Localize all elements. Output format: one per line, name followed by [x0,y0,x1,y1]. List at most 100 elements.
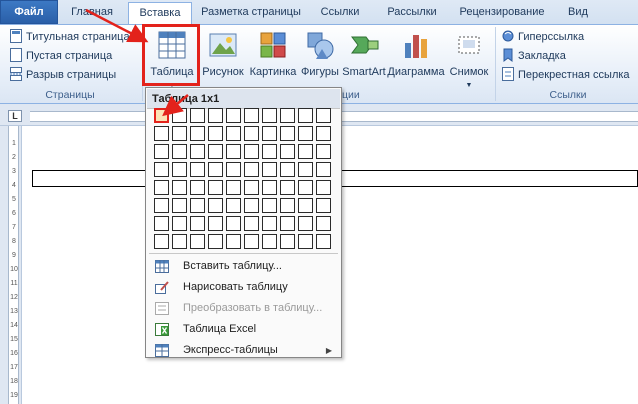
grid-cell[interactable] [172,162,187,177]
convert-table-item[interactable]: Преобразовать в таблицу... [147,298,340,319]
grid-cell[interactable] [262,180,277,195]
grid-cell[interactable] [154,162,169,177]
tab-page-layout[interactable]: Разметка страницы [194,2,308,24]
grid-cell[interactable] [172,234,187,249]
grid-cell[interactable] [154,180,169,195]
tab-mailings[interactable]: Рассылки [380,2,444,24]
grid-cell[interactable] [190,180,205,195]
chart-button[interactable]: Диаграмма [386,27,446,87]
grid-cell[interactable] [262,198,277,213]
grid-cell[interactable] [172,144,187,159]
grid-cell[interactable] [298,198,313,213]
grid-cell[interactable] [208,126,223,141]
grid-cell[interactable] [154,198,169,213]
hyperlink-button[interactable]: Гиперссылка [502,28,584,46]
grid-cell[interactable] [172,126,187,141]
shapes-button[interactable]: Фигуры [298,27,342,87]
grid-cell[interactable] [262,162,277,177]
grid-cell[interactable] [244,216,259,231]
grid-cell[interactable] [244,144,259,159]
grid-cell[interactable] [226,180,241,195]
grid-cell[interactable] [244,198,259,213]
grid-cell[interactable] [316,198,331,213]
grid-cell[interactable] [190,216,205,231]
grid-cell[interactable] [226,144,241,159]
grid-cell[interactable] [280,144,295,159]
smartart-button[interactable]: SmartArt [342,27,386,87]
grid-cell[interactable] [172,180,187,195]
grid-cell[interactable] [226,108,241,123]
grid-cell[interactable] [280,216,295,231]
grid-cell[interactable] [226,162,241,177]
grid-cell[interactable] [226,234,241,249]
screenshot-button[interactable]: Снимок ▼ [446,27,492,89]
tab-review[interactable]: Рецензирование [452,2,552,24]
grid-cell[interactable] [298,108,313,123]
grid-cell[interactable] [280,234,295,249]
grid-cell[interactable] [244,180,259,195]
grid-cell[interactable] [298,126,313,141]
grid-cell[interactable] [244,108,259,123]
grid-cell[interactable] [208,144,223,159]
tab-insert[interactable]: Вставка [128,2,192,25]
page-break-button[interactable]: Разрыв страницы [10,66,116,84]
grid-cell[interactable] [280,180,295,195]
grid-cell[interactable] [190,108,205,123]
grid-cell[interactable] [172,216,187,231]
grid-cell[interactable] [190,234,205,249]
draw-table-item[interactable]: Нарисовать таблицу [147,277,340,298]
grid-cell[interactable] [262,108,277,123]
grid-cell[interactable] [154,108,169,123]
grid-cell[interactable] [154,234,169,249]
grid-cell[interactable] [280,162,295,177]
clipart-button[interactable]: Картинка [248,27,298,87]
grid-cell[interactable] [208,162,223,177]
grid-cell[interactable] [316,234,331,249]
tab-references[interactable]: Ссылки [312,2,368,24]
grid-cell[interactable] [190,162,205,177]
grid-cell[interactable] [190,126,205,141]
vertical-ruler[interactable]: 1 2 3 4 5 6 7 8 9 10 11 12 13 14 15 16 17 18 19 [0,126,22,404]
grid-cell[interactable] [316,162,331,177]
grid-cell[interactable] [208,216,223,231]
quick-tables-item[interactable]: Экспресс-таблицы ▶ [147,340,340,361]
grid-cell[interactable] [316,108,331,123]
insert-table-item[interactable]: Вставить таблицу... [147,256,340,277]
tab-view[interactable]: Вид [560,2,596,24]
tab-file[interactable]: Файл [0,0,58,24]
grid-cell[interactable] [154,126,169,141]
grid-cell[interactable] [298,234,313,249]
grid-cell[interactable] [226,126,241,141]
grid-cell[interactable] [208,234,223,249]
grid-cell[interactable] [316,180,331,195]
grid-cell[interactable] [262,144,277,159]
grid-cell[interactable] [208,198,223,213]
grid-cell[interactable] [244,162,259,177]
grid-cell[interactable] [154,144,169,159]
grid-cell[interactable] [154,216,169,231]
grid-cell[interactable] [298,180,313,195]
cover-page-button[interactable]: Титульная страница ▼ [10,28,140,46]
cross-reference-button[interactable]: Перекрестная ссылка [502,66,630,84]
grid-cell[interactable] [208,108,223,123]
grid-cell[interactable] [298,144,313,159]
grid-cell[interactable] [226,198,241,213]
grid-cell[interactable] [316,216,331,231]
tab-home[interactable]: Главная [62,2,122,24]
grid-cell[interactable] [244,234,259,249]
grid-cell[interactable] [190,144,205,159]
grid-cell[interactable] [298,162,313,177]
grid-cell[interactable] [280,198,295,213]
grid-cell[interactable] [316,144,331,159]
grid-cell[interactable] [172,198,187,213]
grid-cell[interactable] [208,180,223,195]
grid-cell[interactable] [280,108,295,123]
grid-cell[interactable] [190,198,205,213]
grid-cell[interactable] [316,126,331,141]
tab-selector[interactable]: L [8,110,22,122]
grid-cell[interactable] [172,108,187,123]
grid-cell[interactable] [244,126,259,141]
picture-button[interactable]: Рисунок [202,27,244,87]
grid-cell[interactable] [280,126,295,141]
bookmark-button[interactable]: Закладка [502,47,566,65]
